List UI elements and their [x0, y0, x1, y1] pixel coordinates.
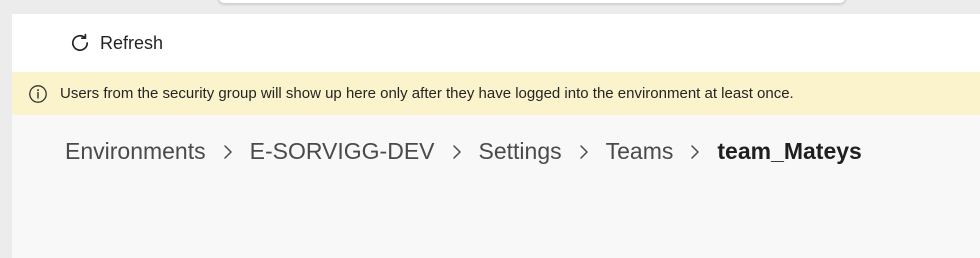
chevron-right-icon	[447, 142, 467, 162]
left-navigation-rail	[0, 0, 12, 258]
breadcrumb-item-environments[interactable]: Environments	[65, 138, 206, 165]
refresh-icon	[68, 31, 92, 55]
breadcrumb-item-teams[interactable]: Teams	[606, 138, 674, 165]
breadcrumb-item-environment[interactable]: E-SORVIGG-DEV	[250, 138, 435, 165]
main-content: Refresh Users from the security group wi…	[12, 14, 980, 258]
chevron-right-icon	[574, 142, 594, 162]
refresh-button[interactable]: Refresh	[64, 28, 167, 58]
command-bar: Refresh	[12, 14, 980, 72]
chevron-right-icon	[685, 142, 705, 162]
info-banner: Users from the security group will show …	[12, 72, 980, 115]
banner-message: Users from the security group will show …	[60, 85, 794, 102]
refresh-label: Refresh	[100, 33, 164, 53]
breadcrumb: Environments E-SORVIGG-DEV Settings Team…	[65, 138, 862, 165]
info-icon	[28, 84, 48, 104]
breadcrumb-current-team: team_Mateys	[717, 138, 862, 164]
search-box-edge[interactable]	[218, 0, 846, 4]
app-window: Refresh Users from the security group wi…	[0, 0, 980, 258]
breadcrumb-item-settings[interactable]: Settings	[479, 138, 562, 165]
chevron-right-icon	[218, 142, 238, 162]
